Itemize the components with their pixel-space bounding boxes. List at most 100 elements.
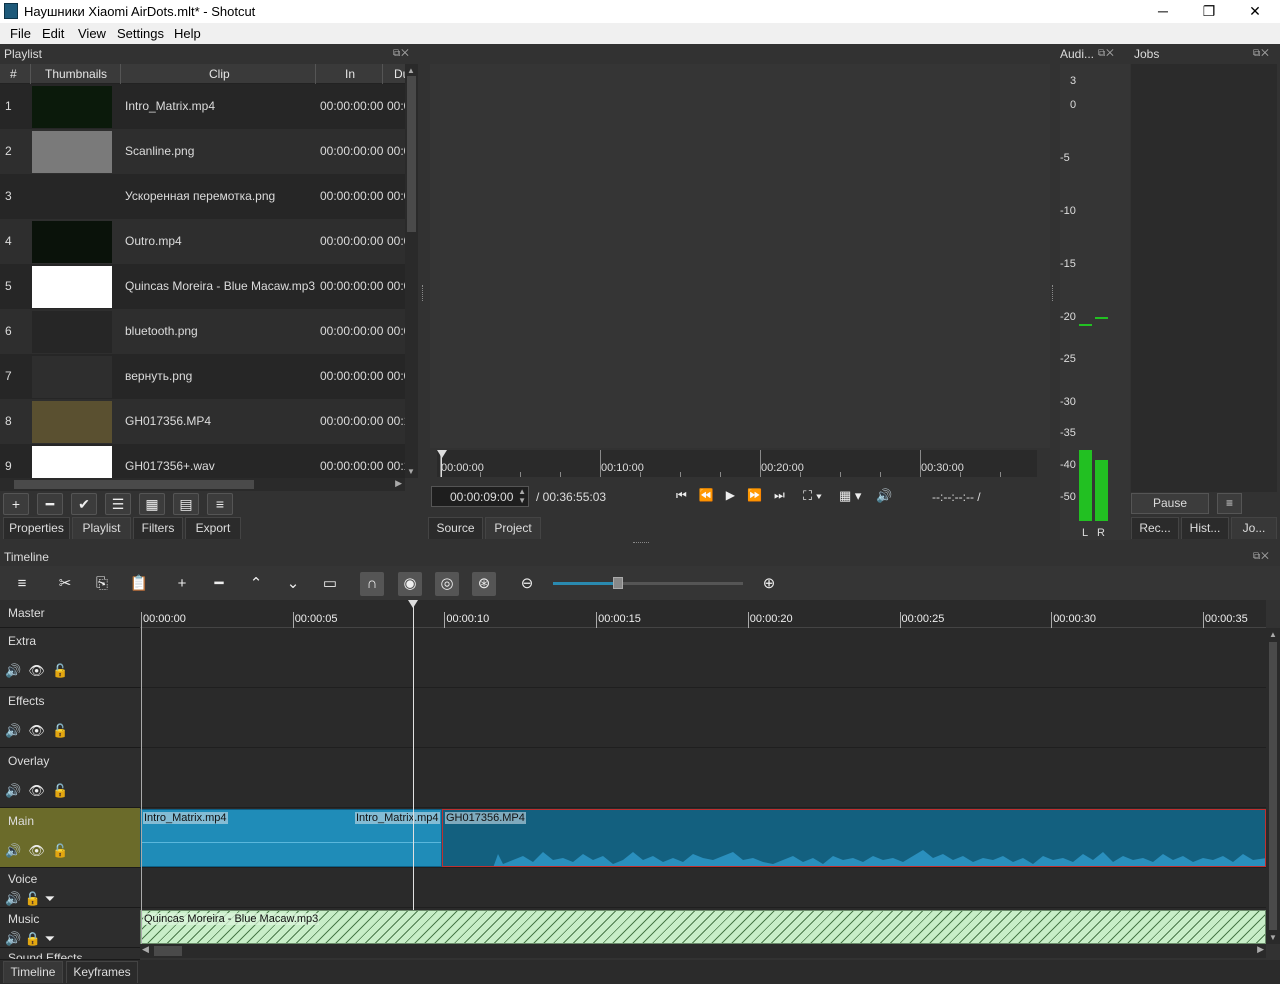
- track-controls[interactable]: 🔊 👁 🔓: [5, 663, 68, 679]
- playlist-row[interactable]: 2 Scanline.png 00:00:00:0000:0: [0, 129, 405, 174]
- menu-view[interactable]: View: [78, 26, 106, 41]
- video-viewer[interactable]: [430, 64, 1050, 448]
- timeline-clip-selected[interactable]: GH017356.MP4: [442, 809, 1266, 867]
- track-voice[interactable]: Voice 🔊 🔓 ⏷: [0, 868, 140, 908]
- maximize-button[interactable]: ❐: [1194, 2, 1224, 20]
- tab-timeline[interactable]: Timeline: [3, 961, 63, 983]
- play-icon[interactable]: ▶: [726, 488, 747, 502]
- menu-edit[interactable]: Edit: [42, 26, 64, 41]
- track-body-overlay[interactable]: [140, 748, 1266, 808]
- track-effects[interactable]: Effects 🔊 👁 🔓: [0, 688, 140, 748]
- copy-icon[interactable]: ⎘: [90, 572, 114, 596]
- ripple-icon[interactable]: ◎: [435, 572, 459, 596]
- playlist-row[interactable]: 7 вернуть.png 00:00:00:0000:0: [0, 354, 405, 399]
- zoom-slider[interactable]: [553, 577, 743, 589]
- tab-filters[interactable]: Filters: [133, 517, 183, 539]
- rewind-icon[interactable]: ⏪: [699, 488, 726, 502]
- playlist-row[interactable]: 9 GH017356+.wav 00:00:00:0000:1: [0, 444, 405, 478]
- skip-next-icon[interactable]: ⏭: [774, 488, 797, 502]
- tab-source[interactable]: Source: [428, 517, 483, 539]
- timecode-field[interactable]: 00:00:09:00 ▲ ▼: [431, 486, 529, 507]
- col-num[interactable]: #: [10, 67, 17, 81]
- remove-icon[interactable]: ━: [37, 493, 63, 515]
- tab-jobs[interactable]: Jo...: [1231, 517, 1277, 539]
- list-icon[interactable]: ☰: [105, 493, 131, 515]
- splitter-handle[interactable]: [1052, 285, 1056, 301]
- menu-settings[interactable]: Settings: [117, 26, 164, 41]
- dock-float-close-icon[interactable]: ⧉✕: [1253, 551, 1275, 563]
- timeline-clip-music[interactable]: Quincas Moreira - Blue Macaw.mp3: [140, 910, 1266, 944]
- dock-float-close-icon[interactable]: ⧉✕: [1253, 48, 1275, 60]
- playlist-row[interactable]: 6 bluetooth.png 00:00:00:0000:0: [0, 309, 405, 354]
- fast-forward-icon[interactable]: ⏩: [747, 488, 774, 502]
- scrub-icon[interactable]: ◉: [398, 572, 422, 596]
- tab-history[interactable]: Hist...: [1181, 517, 1229, 539]
- track-controls[interactable]: 🔊 🔒 ⏷: [5, 931, 55, 947]
- playlist-row[interactable]: 8 GH017356.MP4 00:00:00:0000:1: [0, 399, 405, 444]
- playhead-icon[interactable]: [437, 450, 447, 458]
- menu-file[interactable]: File: [10, 26, 31, 41]
- paste-icon[interactable]: 📋: [127, 572, 151, 596]
- track-body-main[interactable]: Intro_Matrix.mp4 Intro_Matrix.mp4 GH0173…: [140, 808, 1266, 868]
- menu-icon[interactable]: ≡: [207, 493, 233, 515]
- playlist-row[interactable]: 5 Quincas Moreira - Blue Macaw.mp3 00:00:0…: [0, 264, 405, 309]
- tab-properties[interactable]: Properties: [3, 517, 70, 539]
- details-icon[interactable]: ▤: [173, 493, 199, 515]
- track-body-music[interactable]: Quincas Moreira - Blue Macaw.mp3: [140, 908, 1266, 944]
- volume-icon[interactable]: 🔊: [876, 488, 892, 504]
- remove-icon[interactable]: ━: [207, 572, 231, 596]
- menu-help[interactable]: Help: [174, 26, 201, 41]
- tab-keyframes[interactable]: Keyframes: [66, 961, 138, 983]
- add-icon[interactable]: +: [3, 493, 29, 515]
- playlist-hscrollbar[interactable]: ▶: [0, 478, 405, 491]
- track-overlay[interactable]: Overlay 🔊 👁 🔓: [0, 748, 140, 808]
- close-button[interactable]: ✕: [1240, 2, 1270, 20]
- split-icon[interactable]: ▭: [318, 572, 342, 596]
- tab-project[interactable]: Project: [485, 517, 541, 539]
- tab-export[interactable]: Export: [185, 517, 241, 539]
- skip-previous-icon[interactable]: ⏮: [676, 488, 699, 502]
- track-controls[interactable]: 🔊 👁 🔓: [5, 843, 68, 859]
- zoom-icon[interactable]: ⛶ ▾: [803, 488, 822, 504]
- timeline-vscrollbar[interactable]: ▲ ▼: [1266, 628, 1280, 944]
- timeline-hscrollbar[interactable]: ◀ ▶: [140, 944, 1266, 958]
- track-controls[interactable]: 🔊 🔓 ⏷: [5, 891, 55, 907]
- menu-icon[interactable]: ≡: [10, 572, 34, 596]
- zoom-in-icon[interactable]: ⊕: [757, 572, 781, 596]
- track-controls[interactable]: 🔊 👁 🔓: [5, 723, 68, 739]
- track-body-voice[interactable]: [140, 868, 1266, 908]
- minimize-button[interactable]: ─: [1148, 2, 1178, 20]
- pause-button[interactable]: Pause: [1131, 493, 1209, 514]
- tab-recent[interactable]: Rec...: [1131, 517, 1179, 539]
- col-in[interactable]: In: [345, 67, 355, 81]
- grid-icon[interactable]: ▦ ▾: [839, 488, 861, 504]
- lift-icon[interactable]: ⌃: [244, 572, 268, 596]
- track-controls[interactable]: 🔊 👁 🔓: [5, 783, 68, 799]
- dock-float-close-icon[interactable]: ⧉✕: [1098, 48, 1120, 60]
- playlist-row[interactable]: 4 Outro.mp4 00:00:00:0000:0: [0, 219, 405, 264]
- playlist-vscrollbar[interactable]: ▲ ▼: [405, 64, 418, 478]
- track-body-extra[interactable]: [140, 628, 1266, 688]
- track-music[interactable]: Music 🔊 🔒 ⏷: [0, 908, 140, 948]
- jobs-menu-button[interactable]: ≡: [1217, 493, 1242, 514]
- track-extra[interactable]: Extra 🔊 👁 🔓: [0, 628, 140, 688]
- timeline-clip[interactable]: Intro_Matrix.mp4 Intro_Matrix.mp4: [140, 809, 442, 867]
- playlist-row[interactable]: 1 Intro_Matrix.mp4 00:00:00:0000:0: [0, 84, 405, 129]
- track-body-effects[interactable]: [140, 688, 1266, 748]
- append-icon[interactable]: +: [170, 572, 194, 596]
- overwrite-icon[interactable]: ⌄: [281, 572, 305, 596]
- splitter-handle[interactable]: [422, 285, 426, 301]
- check-icon[interactable]: ✔: [71, 493, 97, 515]
- dock-float-close-icon[interactable]: ⧉✕: [393, 48, 415, 60]
- grid-icon[interactable]: ▦: [139, 493, 165, 515]
- snap-icon[interactable]: ∩: [360, 572, 384, 596]
- ripple-all-icon[interactable]: ⊛: [472, 572, 496, 596]
- col-clip[interactable]: Clip: [209, 67, 230, 81]
- timeline-ruler[interactable]: 00:00:00 00:00:05 00:00:10 00:00:15 00:00:20…: [140, 600, 1266, 628]
- col-thumbnails[interactable]: Thumbnails: [45, 67, 107, 81]
- track-main[interactable]: Main 🔊 👁 🔓: [0, 808, 140, 868]
- splitter-handle[interactable]: [633, 542, 649, 545]
- zoom-out-icon[interactable]: ⊖: [515, 572, 539, 596]
- tab-playlist[interactable]: Playlist: [72, 517, 131, 539]
- track-sound-effects[interactable]: Sound Effects: [0, 948, 140, 960]
